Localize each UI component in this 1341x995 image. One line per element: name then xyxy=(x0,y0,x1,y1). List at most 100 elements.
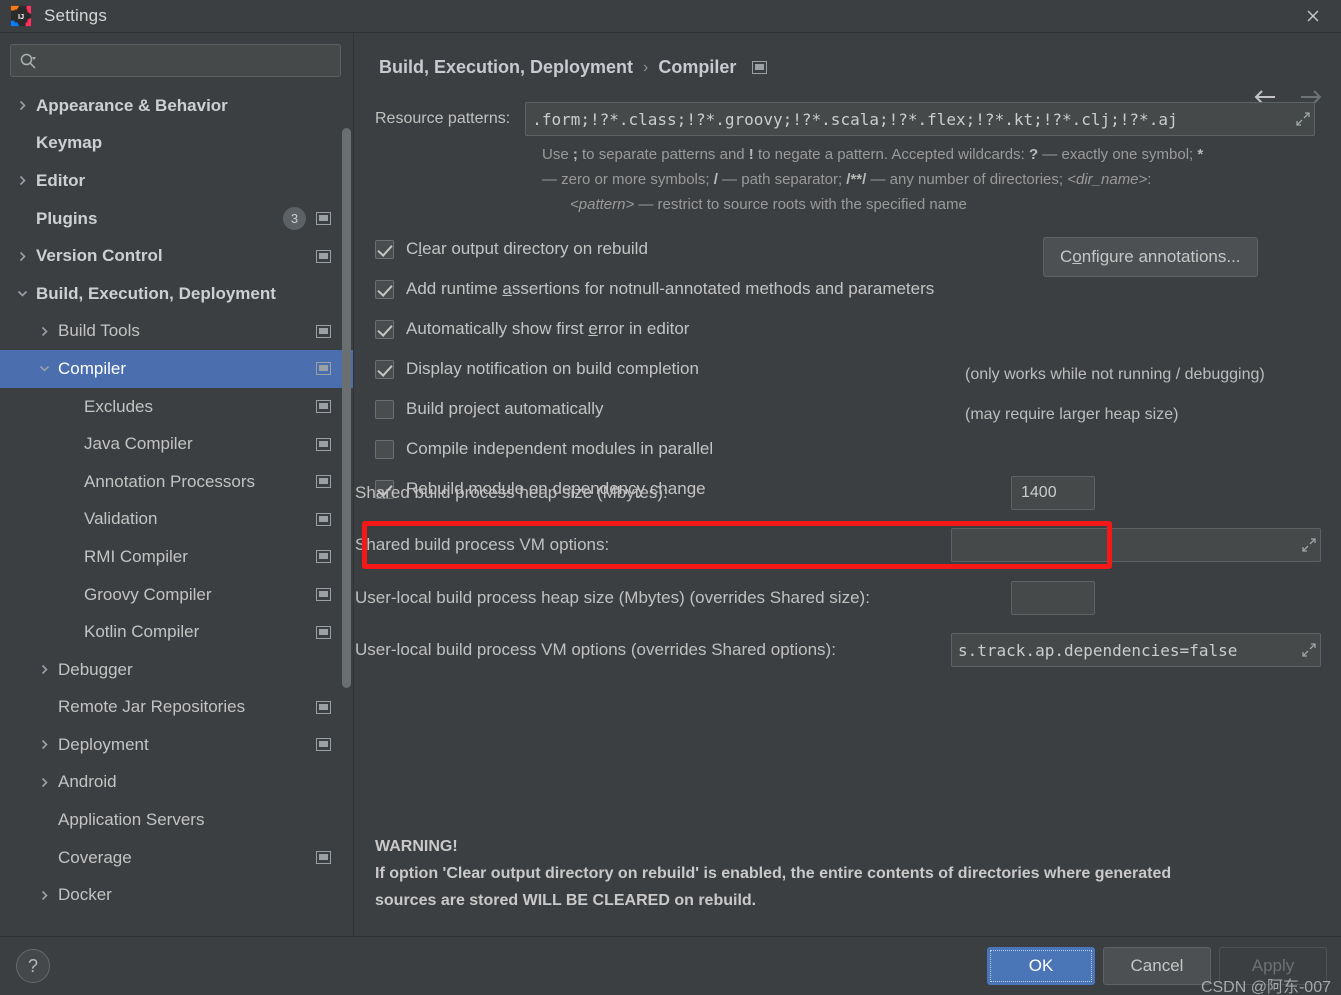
local-vm-label: User-local build process VM options (ove… xyxy=(355,640,836,659)
chevron-right-icon[interactable] xyxy=(36,737,52,753)
chevron-down-icon[interactable] xyxy=(36,361,52,377)
sidebar-item-label: Groovy Compiler xyxy=(84,584,212,604)
local-vm-input[interactable]: s.track.ap.dependencies=false xyxy=(951,633,1321,667)
checkbox-clear-output-directory-on-rebuild[interactable] xyxy=(375,239,394,259)
checkbox-label: Build project automatically xyxy=(406,399,604,418)
sidebar-item-docker[interactable]: Docker xyxy=(0,876,353,914)
sidebar-item-android[interactable]: Android xyxy=(0,764,353,802)
sidebar-item-compiler[interactable]: Compiler xyxy=(0,350,353,388)
chevron-right-icon[interactable] xyxy=(36,774,52,790)
chevron-right-icon[interactable] xyxy=(14,98,30,114)
settings-sidebar[interactable]: Appearance & Behavior Keymap Editor Plugins… xyxy=(0,33,354,936)
sidebar-scrollbar[interactable] xyxy=(342,128,351,688)
breadcrumb-root[interactable]: Build, Execution, Deployment xyxy=(379,57,633,78)
ok-button[interactable]: OK xyxy=(987,947,1095,985)
help-button[interactable]: ? xyxy=(16,949,50,983)
warning-line-2: sources are stored WILL BE CLEARED on re… xyxy=(375,892,757,909)
project-scope-icon xyxy=(316,550,331,564)
sidebar-item-java-compiler[interactable]: Java Compiler xyxy=(0,425,353,463)
sidebar-item-indicators xyxy=(316,625,331,639)
checkbox-row-build-project-automatically[interactable]: Build project automatically xyxy=(375,389,1341,429)
sidebar-item-deployment[interactable]: Deployment xyxy=(0,726,353,764)
sidebar-item-appearance-behavior[interactable]: Appearance & Behavior xyxy=(0,87,353,125)
settings-main-panel: Build, Execution, Deployment › Compiler … xyxy=(355,33,1341,936)
shared-heap-row: Shared build process heap size (Mbytes):… xyxy=(355,476,1115,510)
project-scope-icon xyxy=(316,249,331,263)
expand-icon[interactable] xyxy=(1301,537,1317,553)
sidebar-item-application-servers[interactable]: Application Servers xyxy=(0,801,353,839)
chevron-right-icon[interactable] xyxy=(36,887,52,903)
sidebar-item-build-execution-deployment[interactable]: Build, Execution, Deployment xyxy=(0,275,353,313)
project-scope-icon xyxy=(316,851,331,865)
expand-icon[interactable] xyxy=(1301,642,1317,658)
project-scope-icon xyxy=(316,625,331,639)
local-heap-input[interactable] xyxy=(1011,581,1095,615)
project-scope-icon xyxy=(316,700,331,714)
checkbox-label: Add runtime assertions for notnull-annot… xyxy=(406,279,935,298)
dialog-button-bar: ? OK Cancel Apply CSDN @阿东-007 xyxy=(0,936,1341,995)
chevron-down-icon[interactable] xyxy=(14,286,30,302)
checkbox-label: Clear output directory on rebuild xyxy=(406,239,648,258)
sidebar-item-version-control[interactable]: Version Control xyxy=(0,237,353,275)
resource-patterns-hint: Use ; to separate patterns and ! to nega… xyxy=(542,142,1341,217)
sidebar-item-excludes[interactable]: Excludes xyxy=(0,388,353,426)
sidebar-item-label: Keymap xyxy=(36,133,103,153)
warning-line-1: If option 'Clear output directory on reb… xyxy=(375,865,1172,882)
search-box[interactable] xyxy=(10,44,341,77)
sidebar-item-label: Docker xyxy=(58,885,112,905)
sidebar-item-debugger[interactable]: Debugger xyxy=(0,651,353,689)
sidebar-item-label: Appearance & Behavior xyxy=(36,95,228,115)
sidebar-item-indicators xyxy=(316,324,331,338)
sidebar-item-validation[interactable]: Validation xyxy=(0,501,353,539)
chevron-right-icon[interactable] xyxy=(36,662,52,678)
checkbox-label: Display notification on build completion xyxy=(406,359,699,378)
plugin-update-badge: 3 xyxy=(283,207,306,231)
sidebar-item-coverage[interactable]: Coverage xyxy=(0,839,353,877)
project-scope-icon xyxy=(316,738,331,752)
watermark-text: CSDN @阿东-007 xyxy=(1200,979,1331,995)
checkbox-row-compile-independent-modules-in-parallel[interactable]: Compile independent modules in parallel xyxy=(375,429,1341,469)
project-scope-icon xyxy=(316,400,331,414)
search-input[interactable] xyxy=(41,52,332,69)
settings-tree[interactable]: Appearance & Behavior Keymap Editor Plugins… xyxy=(0,87,353,914)
shared-vm-input[interactable] xyxy=(951,528,1321,562)
window-title: Settings xyxy=(44,6,108,25)
warning-title: WARNING! xyxy=(375,838,458,855)
sidebar-item-plugins[interactable]: Plugins 3 xyxy=(0,200,353,238)
parallel-modules-note: (may require larger heap size) xyxy=(965,406,1179,423)
checkbox-display-notification-on-build-completion[interactable] xyxy=(375,359,394,379)
hint-line-1: Use ; to separate patterns and ! to nega… xyxy=(542,146,1204,163)
cancel-button[interactable]: Cancel xyxy=(1103,947,1211,985)
sidebar-item-annotation-processors[interactable]: Annotation Processors xyxy=(0,463,353,501)
sidebar-item-kotlin-compiler[interactable]: Kotlin Compiler xyxy=(0,613,353,651)
checkbox-build-project-automatically[interactable] xyxy=(375,399,394,419)
breadcrumb-separator: › xyxy=(643,58,649,76)
resource-patterns-input[interactable]: .form;!?*.class;!?*.groovy;!?*.scala;!?*… xyxy=(525,102,1316,136)
configure-annotations-button[interactable]: Configure annotations... xyxy=(1043,237,1258,277)
sidebar-item-indicators xyxy=(316,249,331,263)
resource-patterns-label: Resource patterns: xyxy=(375,110,511,127)
project-scope-icon xyxy=(316,212,331,226)
checkbox-row-automatically-show-first-error-in-editor[interactable]: Automatically show first error in editor xyxy=(375,309,1341,349)
sidebar-item-groovy-compiler[interactable]: Groovy Compiler xyxy=(0,576,353,614)
chevron-right-icon[interactable] xyxy=(14,173,30,189)
shared-heap-input[interactable]: 1400 xyxy=(1011,476,1095,510)
sidebar-item-rmi-compiler[interactable]: RMI Compiler xyxy=(0,538,353,576)
checkbox-label: Compile independent modules in parallel xyxy=(406,439,714,458)
sidebar-item-label: Debugger xyxy=(58,659,133,679)
checkbox-add-runtime-assertions-for-notnull-annotated-m[interactable] xyxy=(375,279,394,299)
sidebar-item-keymap[interactable]: Keymap xyxy=(0,125,353,163)
resource-patterns-row: Resource patterns: .form;!?*.class;!?*.g… xyxy=(375,102,1341,136)
checkbox-compile-independent-modules-in-parallel[interactable] xyxy=(375,439,394,459)
sidebar-item-build-tools[interactable]: Build Tools xyxy=(0,313,353,351)
checkbox-automatically-show-first-error-in-editor[interactable] xyxy=(375,319,394,339)
close-icon[interactable] xyxy=(1285,0,1341,32)
sidebar-item-editor[interactable]: Editor xyxy=(0,162,353,200)
sidebar-item-remote-jar-repositories[interactable]: Remote Jar Repositories xyxy=(0,689,353,727)
hint-line-2: — zero or more symbols; / — path separat… xyxy=(542,171,1152,188)
expand-icon[interactable] xyxy=(1295,111,1311,127)
local-vm-value: s.track.ap.dependencies=false xyxy=(958,640,1238,660)
chevron-right-icon[interactable] xyxy=(14,248,30,264)
sidebar-item-label: Java Compiler xyxy=(84,434,193,454)
chevron-right-icon[interactable] xyxy=(36,323,52,339)
